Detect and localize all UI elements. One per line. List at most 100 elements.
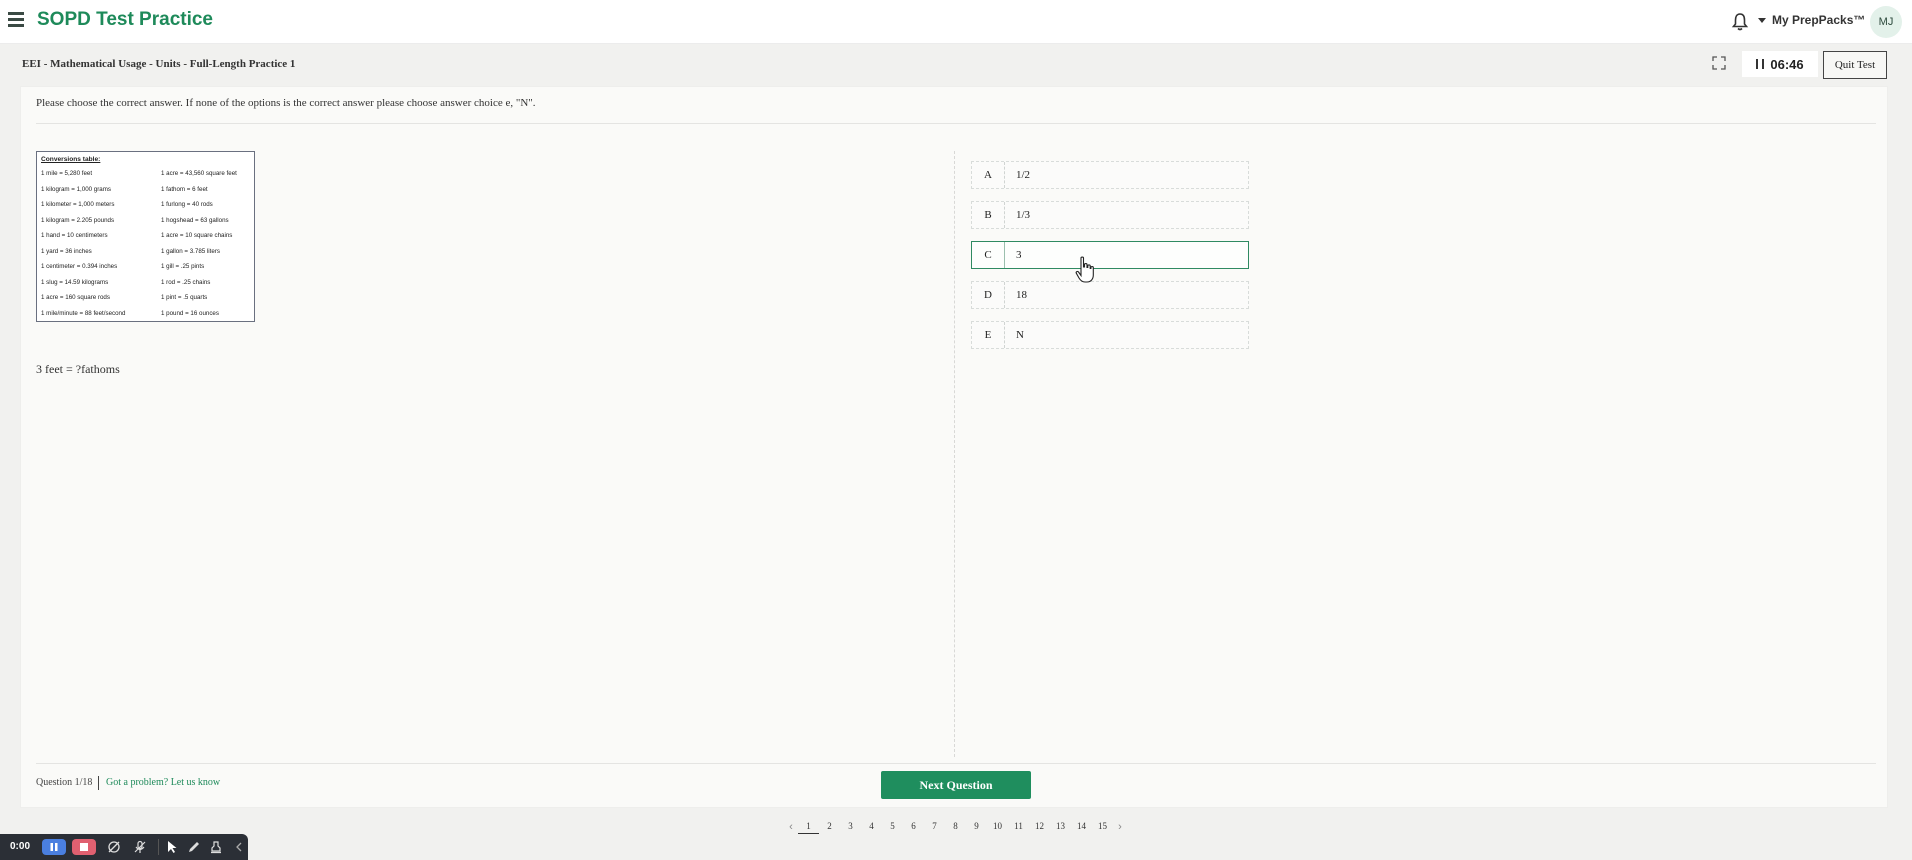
option-letter: B	[972, 202, 1005, 228]
my-preppacks-menu[interactable]: My PrepPacks™	[1758, 13, 1865, 27]
divider	[36, 763, 1876, 764]
brand-title[interactable]: SOPD Test Practice	[37, 9, 213, 31]
conversion-row: 1 kilogram = 2.205 pounds 1 hogshead = 63…	[41, 217, 251, 231]
timer-value: 06:46	[1770, 56, 1804, 72]
recording-time: 0:00	[10, 841, 31, 852]
question-counter: Question 1/18	[36, 777, 93, 788]
conversion-cell: 1 acre = 160 square rods	[41, 294, 110, 301]
option-value: 1/2	[1016, 169, 1031, 181]
conversion-row: 1 hand = 10 centimeters 1 acre = 10 squar…	[41, 232, 251, 246]
page-7[interactable]: 7	[924, 821, 945, 833]
answer-option-e[interactable]: E N	[971, 321, 1249, 349]
bell-icon[interactable]	[1731, 12, 1749, 32]
stop-icon	[80, 843, 88, 851]
page-1[interactable]: 1	[798, 821, 819, 834]
page-12[interactable]: 12	[1029, 821, 1050, 833]
answer-option-d[interactable]: D 18	[971, 281, 1249, 309]
option-value: 1/3	[1016, 209, 1031, 221]
instruction-text: Please choose the correct answer. If non…	[36, 97, 536, 109]
conversion-cell: 1 kilogram = 2.205 pounds	[41, 216, 115, 224]
conversion-row: 1 mile = 5,280 feet 1 acre = 43,560 squar…	[41, 170, 251, 184]
collapse-icon[interactable]	[232, 840, 246, 854]
option-letter: C	[972, 242, 1005, 268]
conversion-row: 1 acre = 160 square rods 1 pint = .5 quar…	[41, 294, 251, 308]
pause-recording-button[interactable]	[42, 839, 66, 855]
answer-option-b[interactable]: B 1/3	[971, 201, 1249, 229]
page-15[interactable]: 15	[1092, 821, 1113, 833]
conversion-row: 1 kilometer = 1,000 meters 1 furlong = 40…	[41, 201, 251, 215]
conversion-cell: 1 acre = 10 square chains	[161, 232, 233, 239]
page-3[interactable]: 3	[840, 821, 861, 833]
conversion-cell: 1 kilometer = 1,000 meters	[41, 201, 115, 208]
page-4[interactable]: 4	[861, 821, 882, 833]
conversion-cell: 1 furlong = 40 rods	[161, 201, 213, 208]
answer-option-c[interactable]: C 3	[971, 241, 1249, 269]
conversion-cell: 1 pint = .5 quarts	[161, 294, 208, 301]
chevron-left-icon[interactable]: ‹	[784, 821, 798, 833]
conversion-row: 1 mile/minute = 88 feet/second 1 pound = …	[41, 310, 251, 324]
conversion-cell: 1 pound = 16 ounces	[161, 309, 219, 317]
page-10[interactable]: 10	[987, 821, 1008, 833]
option-value: 3	[1016, 249, 1022, 261]
conversion-table-image: Conversions table: 1 mile = 5,280 feet 1 …	[36, 151, 255, 322]
next-question-button[interactable]: Next Question	[881, 771, 1031, 799]
conversion-cell: 1 yard = 36 inches	[41, 247, 92, 255]
footer-separator	[98, 776, 99, 790]
timer[interactable]: 06:46	[1742, 51, 1818, 77]
pen-icon[interactable]	[187, 840, 201, 854]
page-2[interactable]: 2	[819, 821, 840, 833]
chevron-right-icon[interactable]: ›	[1113, 821, 1127, 833]
page-11[interactable]: 11	[1008, 821, 1029, 833]
answer-option-a[interactable]: A 1/2	[971, 161, 1249, 189]
caret-down-icon	[1758, 17, 1766, 23]
avatar[interactable]: MJ	[1870, 6, 1902, 38]
report-problem-link[interactable]: Got a problem? Let us know	[106, 777, 220, 788]
question-card: Please choose the correct answer. If non…	[20, 86, 1888, 808]
recorder-toolbar: 0:00	[0, 834, 248, 860]
conversion-cell: 1 kilogram = 1,000 grams	[41, 185, 111, 193]
option-letter: E	[972, 322, 1005, 348]
conversion-row: 1 slug = 14.59 kilograms 1 rod = .25 chai…	[41, 279, 251, 293]
conversion-cell: 1 gallon = 3.785 liters	[161, 247, 220, 255]
conversion-cell: 1 rod = .25 chains	[161, 278, 211, 286]
conversion-row: 1 centimeter = 0.394 inches 1 gill = .25 …	[41, 263, 251, 277]
toolbar-separator	[158, 839, 159, 855]
question-prompt: 3 feet = ?fathoms	[36, 362, 120, 376]
conversion-cell: 1 hand = 10 centimeters	[41, 232, 108, 239]
highlighter-icon[interactable]	[209, 840, 223, 854]
conversion-cell: 1 slug = 14.59 kilograms	[41, 278, 109, 286]
hamburger-icon[interactable]	[8, 12, 24, 32]
conversion-row: 1 yard = 36 inches 1 gallon = 3.785 liter…	[41, 248, 251, 262]
page-13[interactable]: 13	[1050, 821, 1071, 833]
top-bar: SOPD Test Practice My PrepPacks™ MJ	[0, 0, 1912, 44]
conversion-table-title: Conversions table:	[41, 156, 101, 163]
conversion-cell: 1 centimeter = 0.394 inches	[41, 263, 118, 270]
pause-icon	[50, 843, 58, 851]
page-9[interactable]: 9	[966, 821, 987, 833]
divider	[36, 123, 1876, 124]
option-letter: D	[972, 282, 1005, 308]
camera-off-icon[interactable]	[107, 840, 121, 854]
conversion-cell: 1 mile/minute = 88 feet/second	[41, 309, 126, 317]
pause-icon	[1756, 59, 1765, 69]
stop-recording-button[interactable]	[72, 839, 96, 855]
hand-cursor-icon	[1075, 256, 1094, 283]
conversion-cell: 1 acre = 43,560 square feet	[161, 170, 237, 177]
conversion-cell: 1 fathom = 6 feet	[161, 185, 208, 193]
conversion-cell: 1 hogshead = 63 gallons	[161, 216, 229, 224]
option-value: 18	[1016, 289, 1027, 301]
option-letter: A	[972, 162, 1005, 188]
page-8[interactable]: 8	[945, 821, 966, 833]
page-5[interactable]: 5	[882, 821, 903, 833]
page-14[interactable]: 14	[1071, 821, 1092, 833]
test-header: EEI - Mathematical Usage - Units - Full-…	[0, 48, 1912, 82]
my-preppacks-label: My PrepPacks™	[1772, 13, 1866, 27]
mic-off-icon[interactable]	[133, 840, 147, 854]
page-6[interactable]: 6	[903, 821, 924, 833]
conversion-cell: 1 gill = .25 pints	[161, 263, 205, 270]
expand-icon[interactable]	[1712, 56, 1726, 70]
conversion-cell: 1 mile = 5,280 feet	[41, 170, 93, 177]
breadcrumb: EEI - Mathematical Usage - Units - Full-…	[22, 58, 296, 70]
quit-test-button[interactable]: Quit Test	[1823, 51, 1887, 79]
pointer-icon[interactable]	[165, 840, 179, 854]
